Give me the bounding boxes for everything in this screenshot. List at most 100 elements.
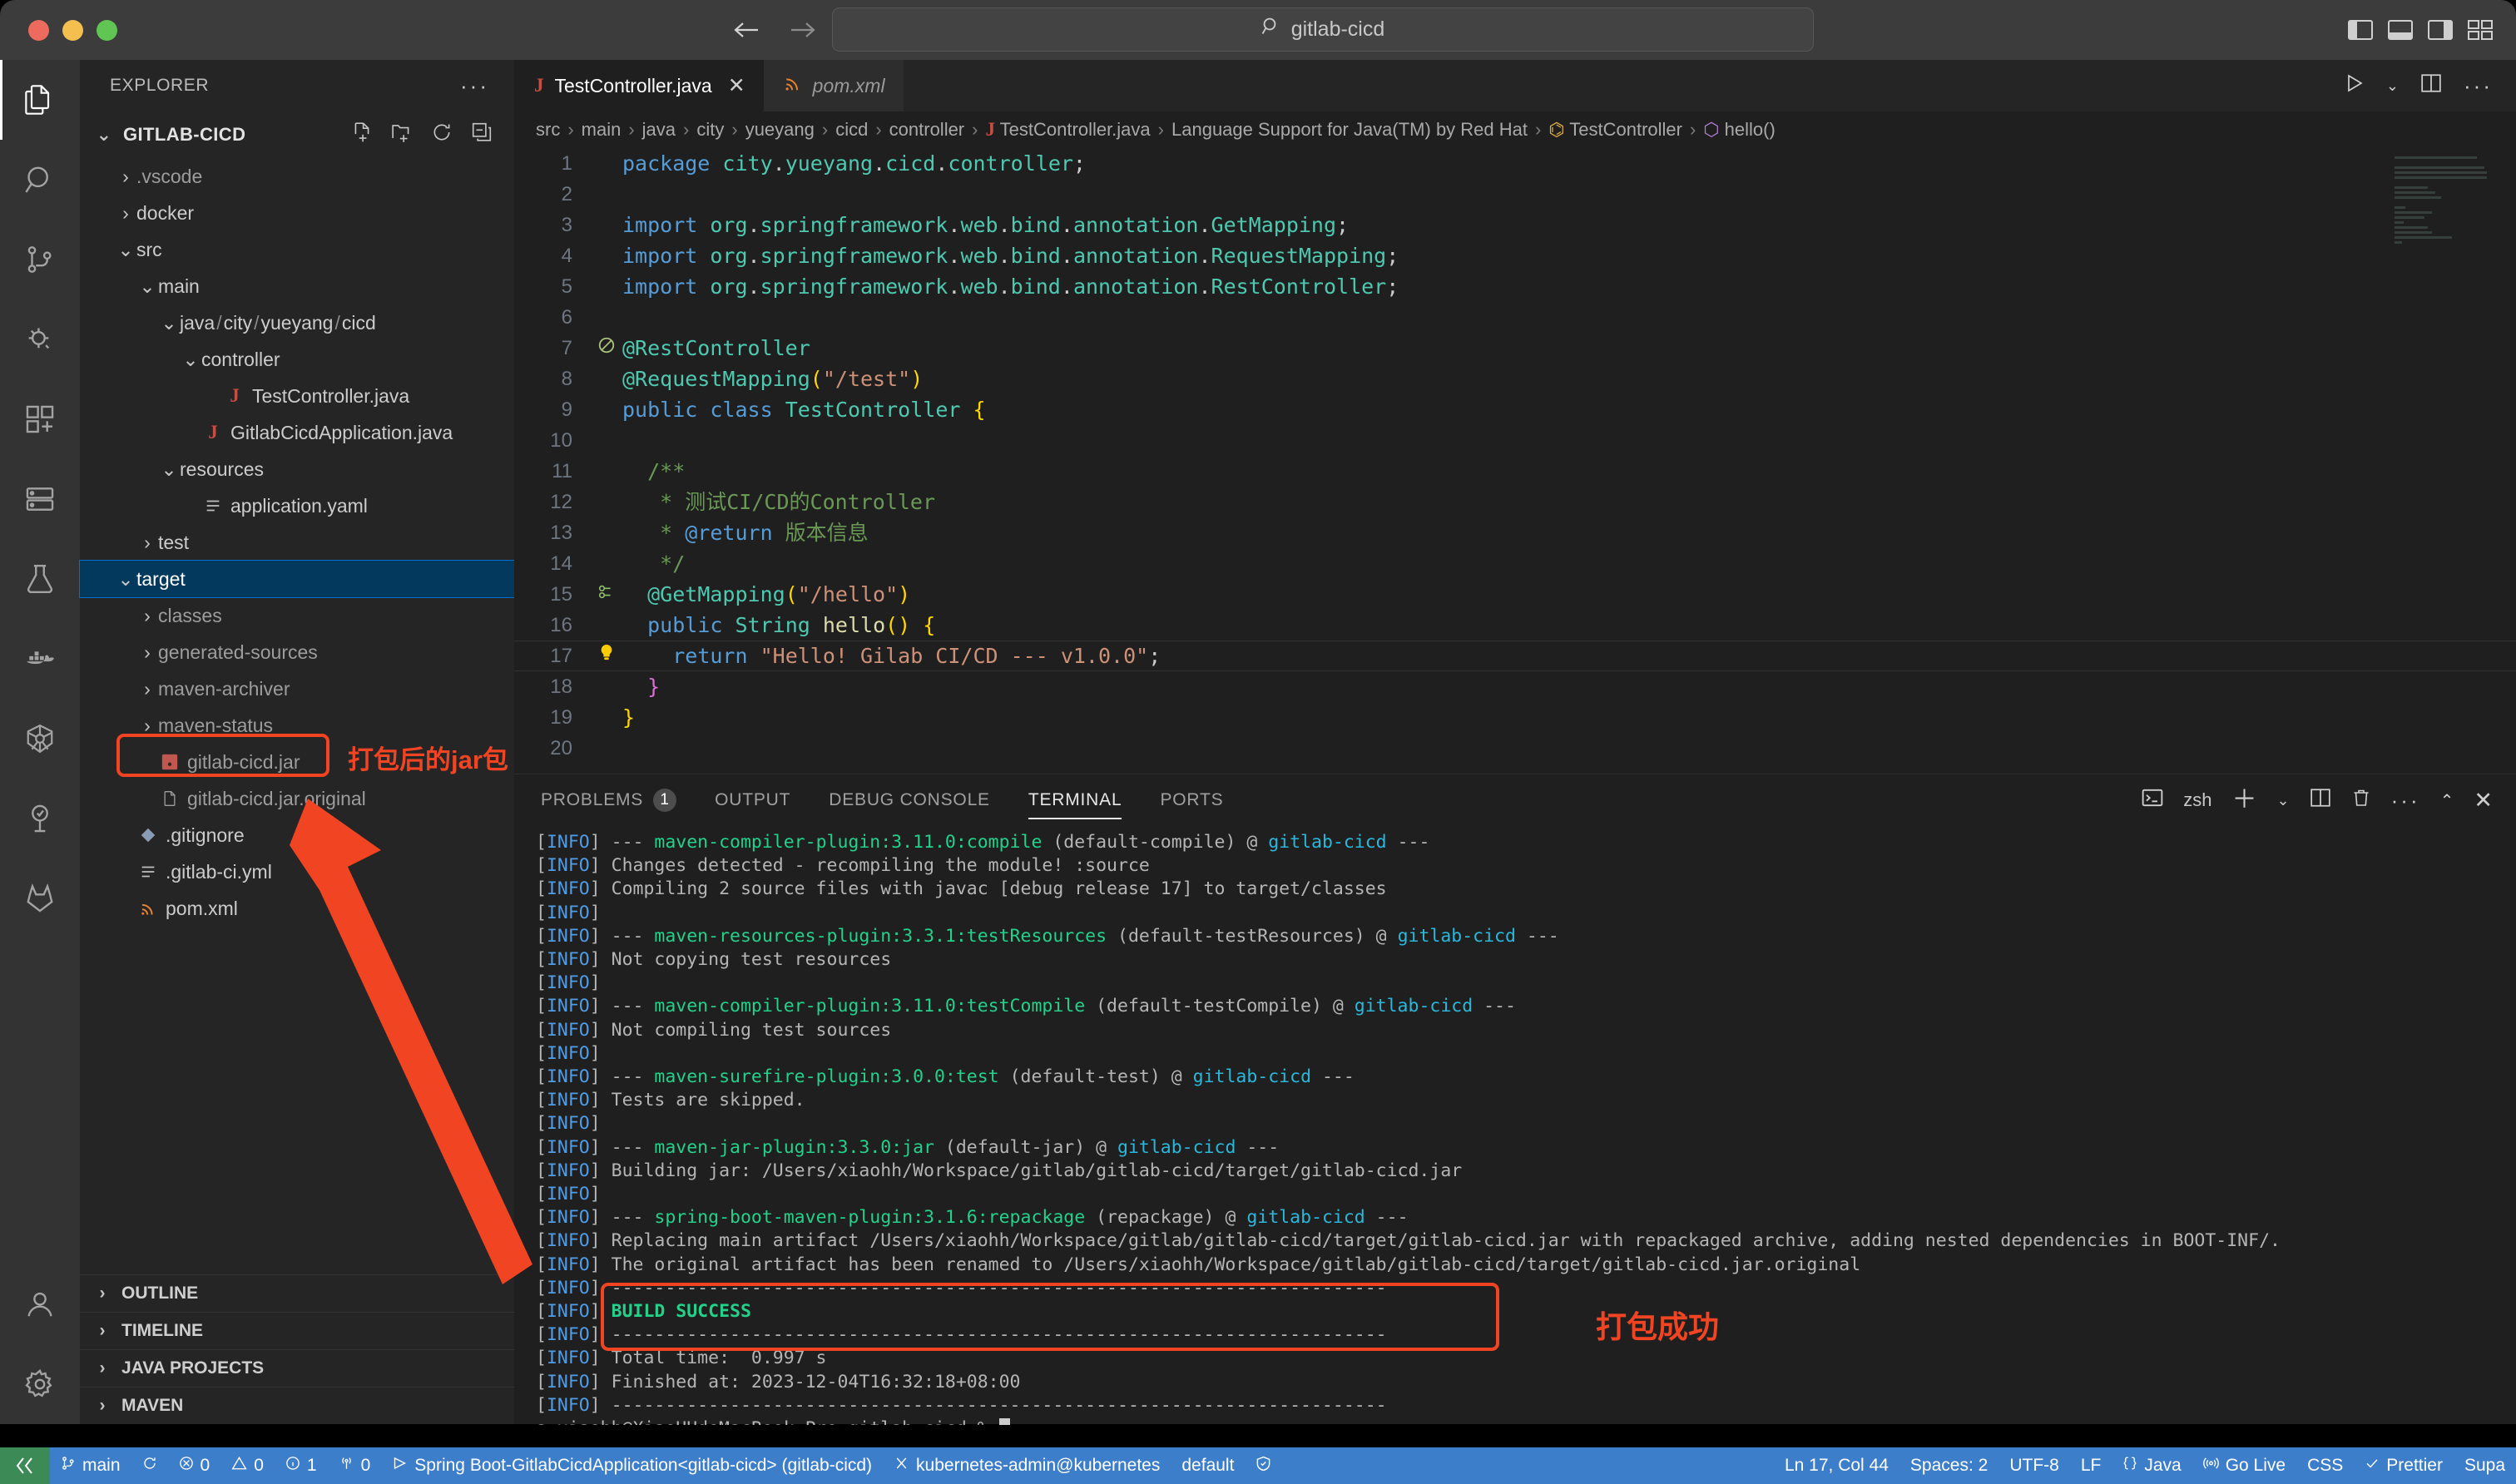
explorer-more-actions-icon[interactable]: ··· bbox=[460, 73, 489, 99]
minimap[interactable] bbox=[2395, 156, 2488, 256]
breadcrumb-item[interactable]: city bbox=[696, 119, 724, 141]
code-line[interactable]: 7@RestController bbox=[514, 333, 2516, 364]
panel-tab-ports[interactable]: PORTS bbox=[1160, 774, 1223, 826]
breadcrumb-item[interactable]: controller bbox=[889, 119, 964, 141]
tree-item-docker[interactable]: ›docker bbox=[80, 195, 514, 231]
tree-item-target[interactable]: ⌄target bbox=[80, 561, 514, 597]
breadcrumb-item[interactable]: yueyang bbox=[745, 119, 815, 141]
tab-testcontroller-java[interactable]: J TestController.java ✕ bbox=[514, 60, 764, 111]
code-line[interactable]: 6 bbox=[514, 302, 2516, 333]
sidebar-item-gitlab[interactable] bbox=[0, 858, 80, 938]
status-item-main[interactable]: main bbox=[50, 1447, 131, 1484]
sidebar-item-explorer[interactable] bbox=[0, 60, 80, 140]
tree-item-gitignore[interactable]: .gitignore bbox=[80, 817, 514, 853]
implements-arrow-icon[interactable] bbox=[591, 579, 622, 610]
tree-item-application-yaml[interactable]: application.yaml bbox=[80, 487, 514, 524]
tree-item-resources[interactable]: ⌄resources bbox=[80, 451, 514, 487]
code-line[interactable]: 3import org.springframework.web.bind.ann… bbox=[514, 210, 2516, 240]
sidebar-item-source-control[interactable] bbox=[0, 220, 80, 299]
chevron-down-icon[interactable]: ⌄ bbox=[180, 349, 201, 371]
tree-item-gitlab-cicd-jar[interactable]: gitlab-cicd.jar bbox=[80, 744, 514, 780]
chevron-right-icon[interactable]: › bbox=[136, 641, 158, 664]
go-back-icon[interactable] bbox=[732, 18, 760, 42]
code-line[interactable]: 18 } bbox=[514, 671, 2516, 702]
command-center-search[interactable]: gitlab-cicd bbox=[832, 7, 1814, 52]
chevron-right-icon[interactable]: › bbox=[136, 715, 158, 737]
status-item-sync-icon[interactable] bbox=[131, 1447, 168, 1484]
breadcrumb-item[interactable]: src bbox=[536, 119, 560, 141]
code-line[interactable]: 9public class TestController { bbox=[514, 394, 2516, 425]
status-item-default[interactable]: default bbox=[1171, 1447, 1245, 1484]
code-line[interactable]: 2 bbox=[514, 179, 2516, 210]
tree-item-vscode[interactable]: ›.vscode bbox=[80, 158, 514, 195]
status-item-supa[interactable]: Supa bbox=[2454, 1447, 2516, 1484]
tree-item-test[interactable]: ›test bbox=[80, 524, 514, 561]
status-item-lf[interactable]: LF bbox=[2070, 1447, 2112, 1484]
breadcrumb-item[interactable]: cicd bbox=[835, 119, 868, 141]
status-item-java[interactable]: Java bbox=[2112, 1447, 2192, 1484]
status-item-kubernetes-admin-kubernetes[interactable]: kubernetes-admin@kubernetes bbox=[883, 1447, 1171, 1484]
more-actions-icon[interactable]: ··· bbox=[2464, 73, 2493, 99]
tree-item-classes[interactable]: ›classes bbox=[80, 597, 514, 634]
code-editor[interactable]: 1package city.yueyang.cicd.controller;2 … bbox=[514, 148, 2516, 834]
sidebar-item-testing[interactable] bbox=[0, 539, 80, 619]
chevron-down-icon[interactable]: ⌄ bbox=[158, 458, 180, 481]
chevron-right-icon[interactable]: › bbox=[92, 1358, 113, 1378]
window-controls[interactable] bbox=[28, 20, 117, 41]
chevron-down-icon[interactable]: ⌄ bbox=[136, 275, 158, 298]
new-terminal-icon[interactable]: ＋ bbox=[2232, 788, 2257, 813]
close-icon[interactable]: ✕ bbox=[728, 73, 745, 98]
breadcrumb-item[interactable]: J TestController.java bbox=[985, 119, 1150, 141]
trash-icon[interactable] bbox=[2351, 788, 2371, 813]
sidebar-section-outline[interactable]: ›OUTLINE bbox=[80, 1274, 514, 1312]
tree-item-pom-xml[interactable]: pom.xml bbox=[80, 890, 514, 927]
tree-item-generated-sources[interactable]: ›generated-sources bbox=[80, 634, 514, 670]
status-item-0[interactable]: 0 bbox=[328, 1447, 382, 1484]
accounts-button[interactable] bbox=[0, 1264, 80, 1344]
breadcrumb-item[interactable]: java bbox=[642, 119, 676, 141]
tree-item-java-city-yueyang-cicd[interactable]: ⌄java/city/yueyang/cicd bbox=[80, 304, 514, 341]
sidebar-item-run-and-debug[interactable] bbox=[0, 299, 80, 379]
no-entry-icon[interactable] bbox=[591, 333, 622, 364]
chevron-down-icon[interactable]: ⌄ bbox=[115, 568, 136, 591]
workspace-root-row[interactable]: ⌄ GITLAB-CICD bbox=[80, 111, 514, 158]
maximize-window-button[interactable] bbox=[97, 20, 117, 41]
editor-tabs[interactable]: J TestController.java ✕ pom.xml ⌄ ··· bbox=[514, 60, 2516, 111]
tree-item-main[interactable]: ⌄main bbox=[80, 268, 514, 304]
code-line[interactable]: 5import org.springframework.web.bind.ann… bbox=[514, 271, 2516, 302]
chevron-down-icon[interactable]: ⌄ bbox=[2386, 77, 2399, 95]
code-line[interactable]: 11 /** bbox=[514, 456, 2516, 487]
refresh-icon[interactable] bbox=[431, 121, 453, 148]
chevron-right-icon[interactable]: › bbox=[92, 1396, 113, 1416]
code-line[interactable]: 10 bbox=[514, 425, 2516, 456]
chevron-down-icon[interactable]: ⌄ bbox=[2277, 792, 2290, 809]
editor-tab-actions[interactable]: ⌄ ··· bbox=[2345, 60, 2516, 111]
run-icon[interactable] bbox=[2345, 73, 2365, 98]
chevron-right-icon[interactable]: › bbox=[136, 678, 158, 700]
split-terminal-icon[interactable] bbox=[2310, 787, 2331, 814]
toggle-primary-sidebar-icon[interactable] bbox=[2348, 20, 2373, 40]
tree-item-gitlabcicdapplication-java[interactable]: JGitlabCicdApplication.java bbox=[80, 414, 514, 451]
tree-item-maven-status[interactable]: ›maven-status bbox=[80, 707, 514, 744]
chevron-down-icon[interactable]: ⌄ bbox=[158, 312, 180, 334]
code-line[interactable]: 15 @GetMapping("/hello") bbox=[514, 579, 2516, 610]
status-item-1[interactable]: 1 bbox=[275, 1447, 328, 1484]
close-panel-icon[interactable]: ✕ bbox=[2474, 788, 2493, 814]
chevron-right-icon[interactable]: › bbox=[136, 532, 158, 554]
tree-item-gitlab-cicd-jar-original[interactable]: gitlab-cicd.jar.original bbox=[80, 780, 514, 817]
chevron-down-icon[interactable]: ⌄ bbox=[115, 239, 136, 261]
sidebar-item-search[interactable] bbox=[0, 140, 80, 220]
tree-item-maven-archiver[interactable]: ›maven-archiver bbox=[80, 670, 514, 707]
status-bar[interactable]: main0010Spring Boot-GitlabCicdApplicatio… bbox=[0, 1447, 2516, 1484]
panel-tab-problems[interactable]: PROBLEMS1 bbox=[541, 774, 676, 826]
breadcrumb-item[interactable]: Language Support for Java(TM) by Red Hat bbox=[1171, 119, 1528, 141]
status-item-css[interactable]: CSS bbox=[2296, 1447, 2354, 1484]
collapse-all-icon[interactable] bbox=[471, 121, 493, 148]
tree-item-gitlab-ci-yml[interactable]: .gitlab-ci.yml bbox=[80, 853, 514, 890]
more-actions-icon[interactable]: ··· bbox=[2391, 788, 2420, 814]
minimize-window-button[interactable] bbox=[62, 20, 83, 41]
breadcrumb-item[interactable]: ⌬ TestController bbox=[1548, 119, 1682, 141]
status-item-prettier[interactable]: Prettier bbox=[2354, 1447, 2454, 1484]
tab-pom-xml[interactable]: pom.xml bbox=[764, 60, 904, 111]
status-item-utf-8[interactable]: UTF-8 bbox=[1998, 1447, 2070, 1484]
